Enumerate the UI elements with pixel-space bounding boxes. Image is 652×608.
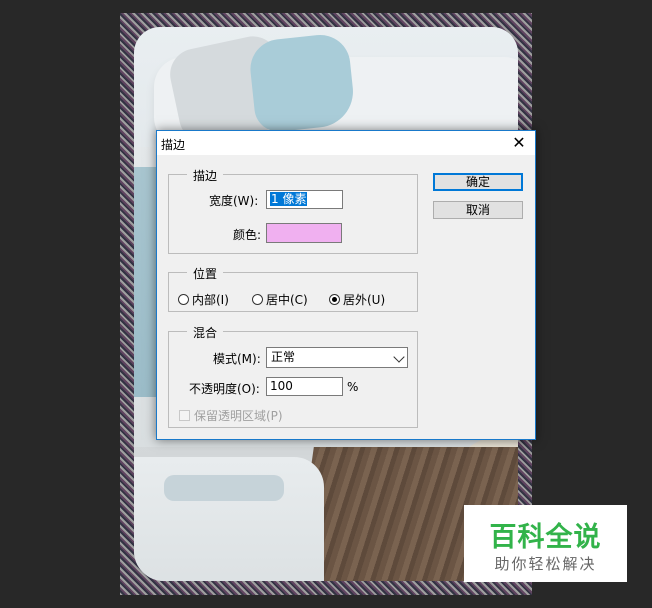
color-label: 颜色: <box>233 228 262 242</box>
watermark-subtitle: 助你轻松解决 <box>494 555 597 573</box>
opacity-unit: % <box>347 380 359 394</box>
watermark-title: 百科全说 <box>489 522 602 553</box>
mode-label: 模式(M): <box>213 352 261 366</box>
ok-button[interactable]: 确定 <box>433 173 523 191</box>
mode-select[interactable]: 正常 <box>266 347 408 368</box>
color-swatch[interactable] <box>266 223 342 243</box>
radio-inside-label: 内部(I) <box>192 293 229 307</box>
chevron-down-icon <box>393 351 405 363</box>
position-group: 位置 内部(I) 居中(C) 居外(U) <box>168 265 418 312</box>
opacity-input[interactable]: 100 <box>266 377 343 396</box>
cancel-button[interactable]: 取消 <box>433 201 523 219</box>
sofa-arm <box>164 475 284 501</box>
preserve-label: 保留透明区域(P) <box>194 409 283 423</box>
dialog-title: 描边 <box>161 138 186 152</box>
watermark-logo: 百科全说 助你轻松解决 <box>464 505 627 582</box>
width-value: 1 像素 <box>270 192 308 206</box>
preserve-checkbox-box <box>179 410 190 421</box>
stroke-group-legend: 描边 <box>187 167 224 184</box>
preserve-transparency-checkbox[interactable]: 保留透明区域(P) <box>179 407 283 424</box>
blend-group: 混合 模式(M): 正常 不透明度(O): 100 % 保留透明区域(P) <box>168 324 418 428</box>
radio-outside-circle <box>329 294 340 305</box>
radio-inside-circle <box>178 294 189 305</box>
stroke-group: 描边 宽度(W): 1 像素 颜色: <box>168 167 418 254</box>
blue-pillow <box>247 32 357 134</box>
stroke-dialog: 描边 ✕ 描边 宽度(W): 1 像素 颜色: 位置 内部(I) 居中(C) 居… <box>156 130 536 440</box>
close-icon[interactable]: ✕ <box>503 131 535 155</box>
opacity-label: 不透明度(O): <box>189 382 260 396</box>
radio-center-circle <box>252 294 263 305</box>
position-group-legend: 位置 <box>187 265 224 282</box>
radio-center[interactable]: 居中(C) <box>252 291 308 308</box>
radio-outside-label: 居外(U) <box>343 293 386 307</box>
opacity-value: 100 <box>270 379 293 393</box>
blend-group-legend: 混合 <box>187 324 224 341</box>
mode-value: 正常 <box>271 350 296 364</box>
width-input[interactable]: 1 像素 <box>266 190 343 209</box>
radio-inside[interactable]: 内部(I) <box>178 291 229 308</box>
dialog-titlebar[interactable]: 描边 ✕ <box>157 131 535 155</box>
radio-center-label: 居中(C) <box>266 293 308 307</box>
radio-outside[interactable]: 居外(U) <box>329 291 385 308</box>
width-label: 宽度(W): <box>209 194 259 208</box>
